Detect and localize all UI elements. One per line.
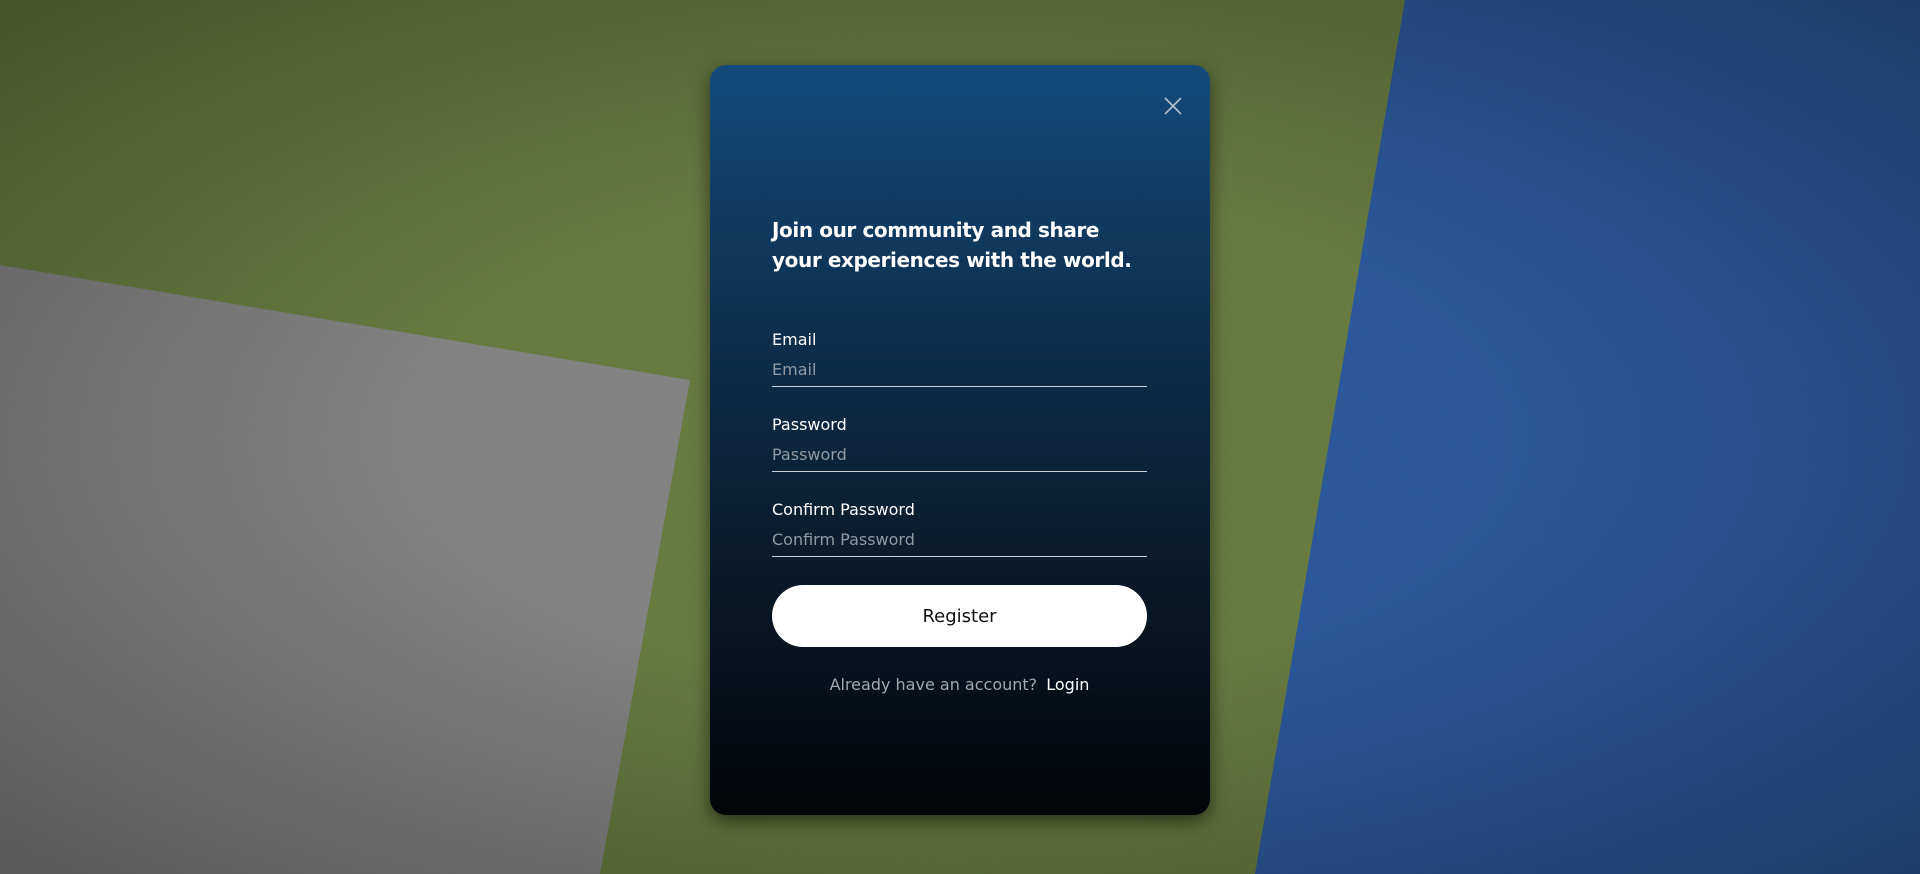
email-input[interactable] <box>772 356 1147 387</box>
register-form: Email Password Confirm Password Register… <box>772 330 1147 694</box>
login-prompt-text: Already have an account? <box>829 675 1038 694</box>
email-label: Email <box>772 330 817 349</box>
modal-content: Join our community and share your experi… <box>772 215 1147 694</box>
confirm-password-input[interactable] <box>772 526 1147 557</box>
login-prompt-row: Already have an account? Login <box>772 675 1147 694</box>
password-label: Password <box>772 415 847 434</box>
password-input[interactable] <box>772 441 1147 472</box>
confirm-password-label: Confirm Password <box>772 500 915 519</box>
password-field-group: Password <box>772 415 1147 472</box>
confirm-password-field-group: Confirm Password <box>772 500 1147 557</box>
modal-headline: Join our community and share your experi… <box>772 218 1132 272</box>
close-button[interactable] <box>1158 91 1188 121</box>
register-modal: Join our community and share your experi… <box>710 65 1210 815</box>
login-link[interactable]: Login <box>1046 675 1089 694</box>
close-icon <box>1164 97 1182 115</box>
email-field-group: Email <box>772 330 1147 387</box>
register-button[interactable]: Register <box>772 585 1147 647</box>
